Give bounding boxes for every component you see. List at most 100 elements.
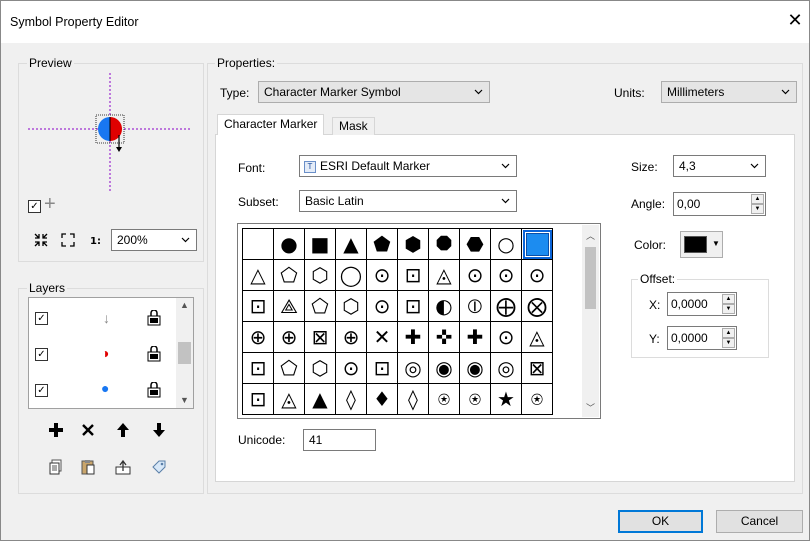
expand-icon[interactable] bbox=[57, 229, 79, 251]
glyph-cell[interactable]: ⬣ bbox=[460, 229, 491, 260]
unicode-field[interactable]: 41 bbox=[303, 429, 376, 451]
glyph-cell[interactable]: ⍟ bbox=[522, 384, 553, 415]
glyph-cell[interactable]: ⨂ bbox=[522, 291, 553, 322]
glyph-cell[interactable]: ◎ bbox=[398, 353, 429, 384]
glyph-cell[interactable]: ⊙ bbox=[460, 260, 491, 291]
glyph-cell[interactable]: ▲ bbox=[336, 229, 367, 260]
glyph-cell[interactable]: ⨁ bbox=[491, 291, 522, 322]
scroll-thumb[interactable] bbox=[585, 247, 596, 309]
glyph-cell[interactable]: ⟁ bbox=[274, 291, 305, 322]
glyph-cell[interactable]: ◎ bbox=[491, 353, 522, 384]
glyph-cell[interactable]: ♦ bbox=[367, 384, 398, 415]
glyph-cell[interactable]: ◬ bbox=[522, 322, 553, 353]
glyph-cell[interactable]: ⊕ bbox=[336, 322, 367, 353]
tag-icon[interactable] bbox=[148, 456, 170, 478]
subset-select[interactable]: Basic Latin bbox=[299, 190, 517, 212]
character-grid[interactable]: ● ■ ▲ ⬟ ⬢ ⯃ ⬣ ○ △ ⬠ ⬡ ◯ ⊙ ⊡ ◬ ⊙ ⊙ ⊙ ⊡ ⟁ ⬠ ⬡ ⊙ ⊡ ◐ ⦶ ⨁ ⨂ ⊕ ⊕ ⊠ ⊕ ✕ ✚ ✜ ✚ ⊙ ◬ ⊡ ⬠… bbox=[242, 228, 553, 415]
glyph-cell[interactable]: ⊙ bbox=[491, 260, 522, 291]
layers-scrollbar[interactable]: ▲ ▼ bbox=[176, 298, 193, 408]
glyph-cell[interactable]: ◬ bbox=[274, 384, 305, 415]
glyph-cell[interactable]: ⬠ bbox=[274, 353, 305, 384]
glyph-cell[interactable]: ⬟ bbox=[367, 229, 398, 260]
glyph-cell[interactable]: ⬡ bbox=[305, 260, 336, 291]
scroll-down-icon[interactable]: ▼ bbox=[176, 395, 193, 405]
offset-y-stepper[interactable]: 0,0000 ▲ ▼ bbox=[667, 326, 737, 350]
glyph-cell[interactable]: ⦶ bbox=[460, 291, 491, 322]
layer-row[interactable]: ✓ ◑ bbox=[29, 340, 175, 370]
glyph-cell[interactable]: ⊡ bbox=[243, 291, 274, 322]
angle-stepper[interactable]: 0,00 ▲ ▼ bbox=[673, 192, 766, 216]
ok-button[interactable]: OK bbox=[618, 510, 703, 533]
glyph-cell[interactable]: ⍟ bbox=[460, 384, 491, 415]
spin-up-icon[interactable]: ▲ bbox=[722, 294, 735, 304]
scroll-down-icon[interactable]: ﹀ bbox=[582, 401, 599, 414]
remove-layer-icon[interactable] bbox=[77, 419, 99, 441]
glyph-cell[interactable]: ⊙ bbox=[336, 353, 367, 384]
layer-visible-checkbox[interactable]: ✓ bbox=[35, 384, 48, 397]
glyph-cell[interactable]: ⯃ bbox=[429, 229, 460, 260]
units-select[interactable]: Millimeters bbox=[661, 81, 797, 103]
grid-scrollbar[interactable]: ︿ ﹀ bbox=[582, 225, 599, 417]
zoom-to-fit-icon[interactable] bbox=[30, 229, 52, 251]
spin-down-icon[interactable]: ▼ bbox=[722, 304, 735, 314]
cancel-button[interactable]: Cancel bbox=[716, 510, 803, 533]
move-down-icon[interactable] bbox=[148, 419, 170, 441]
preview-checkbox[interactable]: ✓ bbox=[28, 200, 41, 213]
glyph-cell[interactable]: ✜ bbox=[429, 322, 460, 353]
reset-icon[interactable] bbox=[112, 456, 134, 478]
glyph-cell[interactable] bbox=[522, 229, 553, 260]
spin-up-icon[interactable]: ▲ bbox=[751, 194, 764, 204]
glyph-cell[interactable] bbox=[243, 229, 274, 260]
type-select[interactable]: Character Marker Symbol bbox=[258, 81, 490, 103]
close-icon[interactable]: ✕ bbox=[785, 11, 805, 29]
tab-character-marker[interactable]: Character Marker bbox=[217, 114, 325, 135]
glyph-cell[interactable]: ⬢ bbox=[398, 229, 429, 260]
glyph-cell[interactable]: ◐ bbox=[429, 291, 460, 322]
glyph-cell[interactable]: ◉ bbox=[429, 353, 460, 384]
font-select[interactable]: T ESRI Default Marker bbox=[299, 155, 517, 177]
glyph-cell[interactable]: ⊡ bbox=[398, 291, 429, 322]
glyph-cell[interactable]: ◉ bbox=[460, 353, 491, 384]
add-layer-icon[interactable] bbox=[45, 419, 67, 441]
glyph-cell[interactable]: ● bbox=[274, 229, 305, 260]
lock-icon[interactable] bbox=[147, 309, 161, 329]
glyph-cell[interactable]: ⊙ bbox=[522, 260, 553, 291]
scroll-up-icon[interactable]: ▲ bbox=[176, 300, 193, 310]
glyph-cell[interactable]: ○ bbox=[491, 229, 522, 260]
offset-x-stepper[interactable]: 0,0000 ▲ ▼ bbox=[667, 292, 737, 316]
glyph-cell[interactable]: ✕ bbox=[367, 322, 398, 353]
glyph-cell[interactable]: ◬ bbox=[429, 260, 460, 291]
size-select[interactable]: 4,3 bbox=[673, 155, 766, 177]
glyph-cell[interactable]: △ bbox=[243, 260, 274, 291]
glyph-cell[interactable]: ◯ bbox=[336, 260, 367, 291]
layer-row[interactable]: ✓ ● bbox=[29, 376, 175, 406]
glyph-cell[interactable]: ⊡ bbox=[367, 353, 398, 384]
preview-add-icon[interactable]: + bbox=[44, 193, 56, 216]
glyph-cell[interactable]: ◊ bbox=[398, 384, 429, 415]
actual-size-icon[interactable]: 1:1 bbox=[84, 229, 106, 251]
glyph-cell[interactable]: ◊ bbox=[336, 384, 367, 415]
glyph-cell[interactable]: ⊕ bbox=[274, 322, 305, 353]
glyph-cell[interactable]: ⊙ bbox=[367, 291, 398, 322]
layer-visible-checkbox[interactable]: ✓ bbox=[35, 348, 48, 361]
glyph-cell[interactable]: ⊡ bbox=[398, 260, 429, 291]
glyph-cell[interactable]: ⊠ bbox=[305, 322, 336, 353]
glyph-cell[interactable]: ⊠ bbox=[522, 353, 553, 384]
lock-icon[interactable] bbox=[147, 381, 161, 401]
lock-icon[interactable] bbox=[147, 345, 161, 365]
glyph-cell[interactable]: ★ bbox=[491, 384, 522, 415]
spin-up-icon[interactable]: ▲ bbox=[722, 328, 735, 338]
glyph-cell[interactable]: ⬡ bbox=[305, 353, 336, 384]
glyph-cell[interactable]: ⬡ bbox=[336, 291, 367, 322]
glyph-cell[interactable]: ⊙ bbox=[491, 322, 522, 353]
color-picker-button[interactable]: ▼ bbox=[680, 231, 723, 258]
glyph-cell[interactable]: ⍟ bbox=[429, 384, 460, 415]
spin-down-icon[interactable]: ▼ bbox=[751, 204, 764, 214]
layer-visible-checkbox[interactable]: ✓ bbox=[35, 312, 48, 325]
scroll-up-icon[interactable]: ︿ bbox=[582, 229, 599, 242]
layers-list[interactable]: ✓ ↓ ✓ ◑ ✓ ● ▲ ▼ bbox=[28, 297, 194, 409]
glyph-cell[interactable]: ⊕ bbox=[243, 322, 274, 353]
copy-icon[interactable] bbox=[45, 456, 67, 478]
glyph-cell[interactable]: ▲ bbox=[305, 384, 336, 415]
layer-row[interactable]: ✓ ↓ bbox=[29, 304, 175, 334]
